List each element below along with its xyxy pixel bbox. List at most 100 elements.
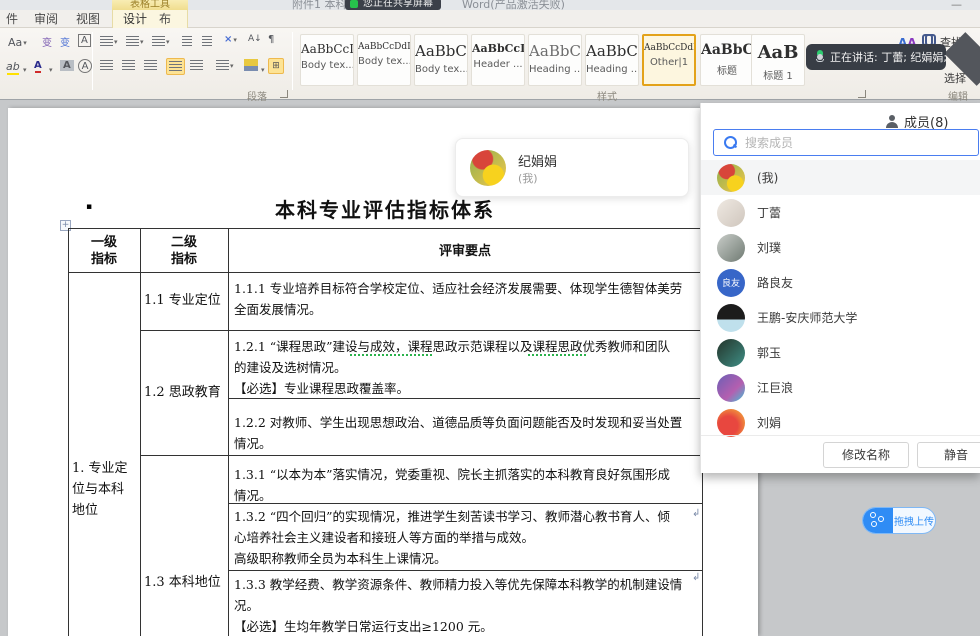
character-border-icon[interactable]: A <box>78 34 91 47</box>
member-row[interactable]: 丁蕾 <box>701 195 980 230</box>
highlight-dropdown-icon[interactable]: ▾ <box>23 66 27 74</box>
font-color-icon[interactable]: A <box>34 60 42 71</box>
editing-group-label: 编辑 <box>948 88 968 103</box>
search-icon <box>724 136 737 149</box>
style-tile[interactable]: AaBbC(Body tex... <box>414 34 468 86</box>
enclose-characters-icon[interactable]: 变 <box>60 34 70 49</box>
show-marks-icon[interactable]: ¶ <box>268 34 274 45</box>
tab-table-design[interactable]: 设计 <box>117 10 153 28</box>
table-border <box>228 228 229 636</box>
change-case-button[interactable]: Aa▾ <box>8 36 27 49</box>
table-header-level1: 一级 指标 <box>68 234 140 268</box>
return-mark: ↲ <box>692 572 700 583</box>
paragraph-dialog-launcher[interactable] <box>280 90 288 98</box>
members-panel: 成员(8) (我) 丁蕾 刘璞 良友路良友 王鹏-安庆师范大学 郭玉 江巨浪 刘… <box>700 103 980 473</box>
style-tile[interactable]: AaBbCHeading ... <box>528 34 582 86</box>
member-search-box[interactable] <box>713 129 979 156</box>
table-cell-point: 1.3.2 “四个回归”的实现情况，推进学生刻苦读书学习、教师潜心教书育人、倾 … <box>234 506 698 569</box>
speaking-indicator: 正在讲话: 丁蕾; 纪娟娟; <box>806 44 946 70</box>
speaking-text: 正在讲话: 丁蕾; 纪娟娟; <box>830 49 947 65</box>
decrease-indent-icon[interactable] <box>182 36 192 47</box>
distribute-icon[interactable] <box>190 60 203 71</box>
style-tile[interactable]: AaBbC(标题 <box>700 34 754 86</box>
tab-view[interactable]: 视图 <box>70 10 106 28</box>
increase-indent-icon[interactable] <box>202 36 212 47</box>
group-separator <box>92 32 93 90</box>
align-left-icon[interactable] <box>100 60 113 71</box>
character-shading-icon[interactable]: A <box>60 60 74 71</box>
avatar <box>717 164 745 192</box>
table-cell-level2: 1.1 专业定位 <box>144 290 228 311</box>
avatar <box>717 409 745 437</box>
screen-share-badge: 您正在共享屏幕 <box>345 0 441 10</box>
sort-icon[interactable]: A↓ <box>248 34 262 44</box>
table-cell-point: 1.2.2 对教师、学生出现思想政治、道德品质等负面问题能否及时发现和妥当处置 … <box>234 412 698 454</box>
avatar <box>717 304 745 332</box>
style-tile[interactable]: AaBbCcDdIBody tex... <box>357 34 411 86</box>
presenter-card: 纪娟娟 (我) <box>455 138 689 197</box>
avatar <box>717 339 745 367</box>
member-row[interactable]: 郭玉 <box>701 335 980 370</box>
member-row[interactable]: 王鹏-安庆师范大学 <box>701 300 980 335</box>
search-input[interactable] <box>745 136 978 150</box>
highlight-color-icon[interactable]: ab <box>6 60 20 73</box>
cloud-share-icon <box>863 507 893 534</box>
tab-table-layout[interactable]: 布局 <box>153 10 187 28</box>
bullets-icon[interactable]: ▾ <box>100 36 118 47</box>
table-border <box>68 228 69 636</box>
table-move-handle[interactable]: + <box>60 220 71 231</box>
upload-label: 拖拽上传 <box>893 513 935 528</box>
shading-dropdown-icon[interactable]: ▾ <box>261 66 265 74</box>
table-cell-level1: 1. 专业定 位与本科 地位 <box>72 458 140 521</box>
share-screen-icon <box>350 0 358 8</box>
rename-button[interactable]: 修改名称 <box>823 442 909 468</box>
styles-group-label: 样式 <box>597 88 617 103</box>
ribbon-tab-row: 件 审阅 视图 设计 布局 <box>0 10 980 28</box>
style-tile[interactable]: AaBbC(Heading ... <box>585 34 639 86</box>
style-tile[interactable]: AaB标题 1 <box>751 34 805 86</box>
table-cell-point: 1.3.3 教学经费、教学资源条件、教师精力投入等优先保障本科教学的机制建设情 … <box>234 574 698 636</box>
find-button[interactable] <box>922 34 936 42</box>
style-tile[interactable]: AaBbCcIBody tex... <box>300 34 354 86</box>
tab-mailings[interactable]: 件 <box>0 10 24 28</box>
justify-icon[interactable] <box>166 58 185 75</box>
table-border <box>228 570 702 571</box>
borders-icon[interactable]: ⊞ <box>268 58 284 74</box>
table-tools-label: 表格工具 <box>112 0 188 10</box>
members-icon <box>886 115 899 128</box>
style-tile-selected[interactable]: AaBbCcDdIOther|1 <box>642 34 696 86</box>
align-center-icon[interactable] <box>122 60 135 71</box>
table-border <box>68 228 702 229</box>
enclose-character-icon[interactable]: A <box>78 59 92 73</box>
line-spacing-icon[interactable]: ▾ <box>216 60 234 71</box>
panel-footer: 修改名称 静音 <box>701 435 980 473</box>
numbering-icon[interactable]: ▾ <box>126 36 144 47</box>
member-row[interactable]: 江巨浪 <box>701 370 980 405</box>
drag-upload-button[interactable]: 拖拽上传 <box>862 507 936 534</box>
shading-icon[interactable] <box>244 59 258 71</box>
member-row[interactable]: 良友路良友 <box>701 265 980 300</box>
app-title: Word(产品激活失败) <box>462 0 565 10</box>
window-titlebar: 附件1 本科专业评估指... Word(产品激活失败) 您正在共享屏幕 — 表格… <box>0 0 980 10</box>
document-title: 本科专业评估指标体系 <box>68 194 702 223</box>
tab-review[interactable]: 审阅 <box>28 10 64 28</box>
font-color-dropdown-icon[interactable]: ▾ <box>49 66 53 74</box>
asian-layout-icon[interactable]: ×▾ <box>224 34 237 45</box>
style-tile[interactable]: AaBbCcDdHeader ... <box>471 34 525 86</box>
multilevel-list-icon[interactable]: ▾ <box>152 36 170 47</box>
mute-button[interactable]: 静音 <box>917 442 980 468</box>
minimize-button[interactable]: — <box>951 0 962 10</box>
table-tools-tabs: 设计 布局 <box>112 10 188 28</box>
styles-dialog-launcher[interactable] <box>858 90 866 98</box>
table-cell-point: 1.3.1 “以本为本”落实情况，党委重视、院长主抓落实的本科教育良好氛围形成 … <box>234 464 698 506</box>
member-row[interactable]: (我) <box>701 160 980 195</box>
member-row[interactable]: 刘璞 <box>701 230 980 265</box>
table-border <box>140 330 702 331</box>
align-right-icon[interactable] <box>144 60 157 71</box>
spellcheck-underline <box>528 354 586 356</box>
group-separator <box>292 32 293 90</box>
phonetic-guide-icon[interactable]: 变 <box>42 34 52 49</box>
table-border <box>140 228 141 636</box>
paragraph-group-label: 段落 <box>247 88 267 103</box>
presenter-me-label: (我) <box>518 170 538 186</box>
